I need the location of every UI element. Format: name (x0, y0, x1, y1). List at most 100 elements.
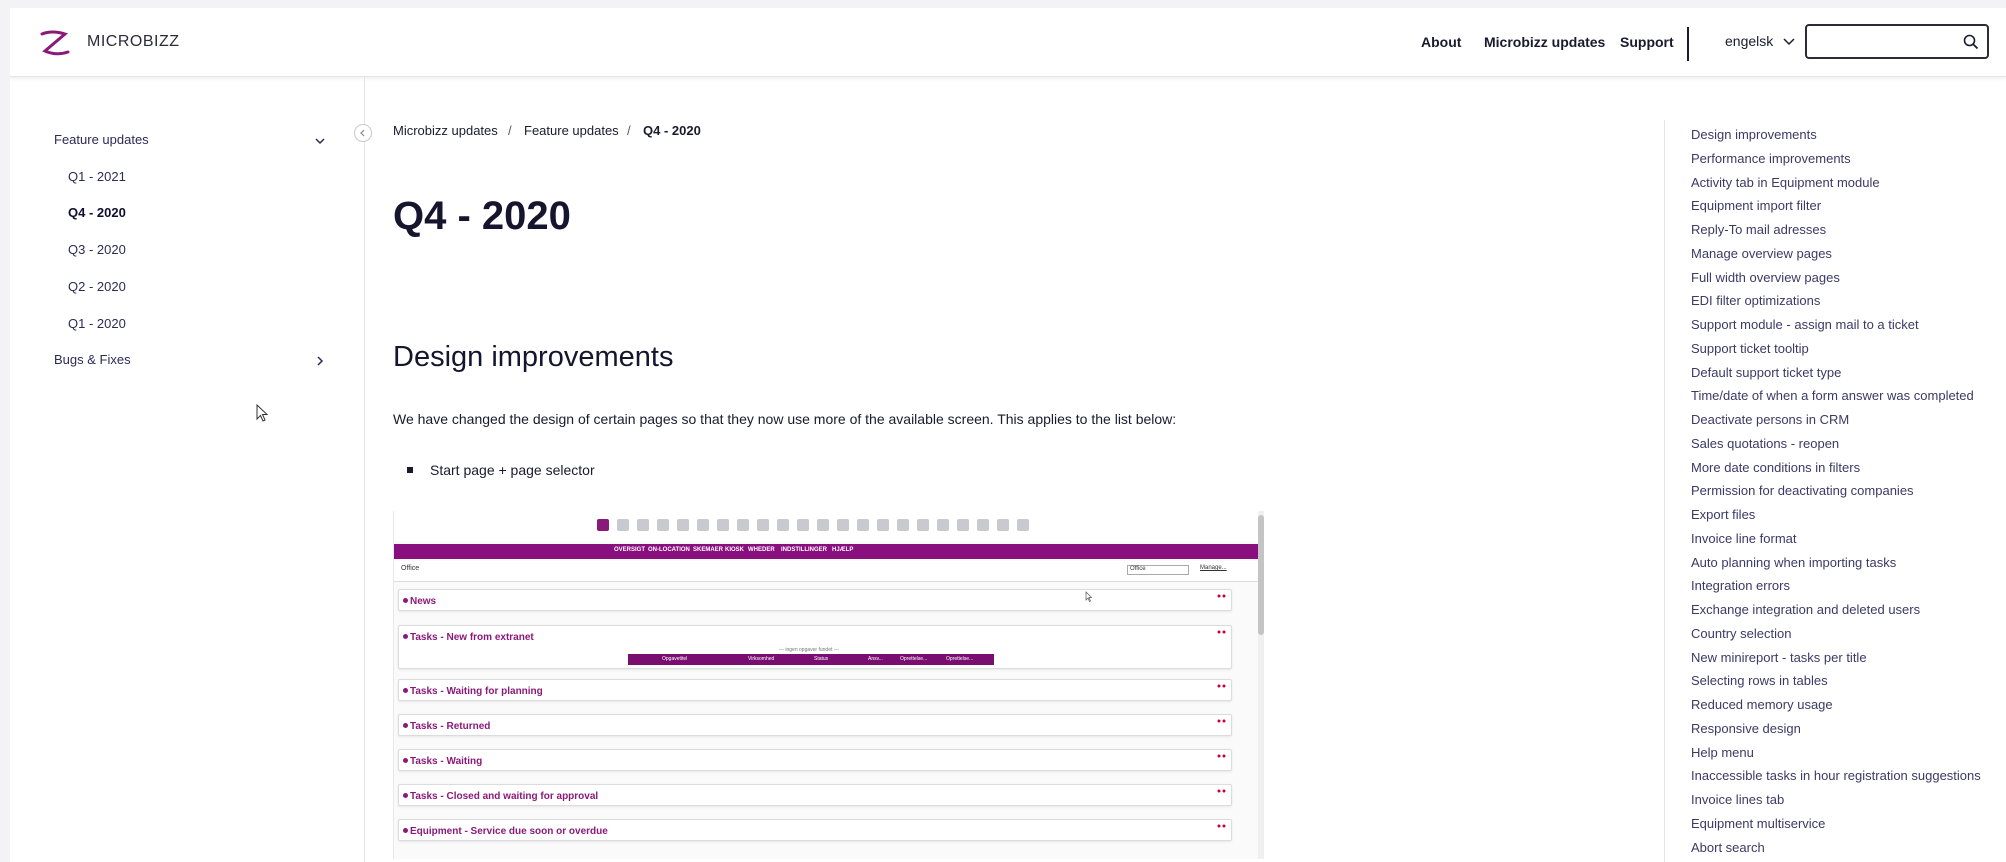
table-caption: --- ingen opgaver fundet --- (779, 647, 839, 653)
toc-item[interactable]: Equipment multiservice (1691, 816, 1825, 831)
panel-title: Tasks - New from extranet (410, 632, 534, 643)
toc-item[interactable]: Reduced memory usage (1691, 697, 1833, 712)
collapse-sidebar-button[interactable] (354, 124, 372, 142)
toc-item[interactable]: Design improvements (1691, 127, 1817, 142)
breadcrumb-separator: / (627, 123, 631, 138)
left-sidebar: Feature updates Q1 - 2021 Q4 - 2020 Q3 -… (10, 76, 365, 862)
toolbar-icon (677, 519, 689, 531)
table-column: Opgavetitel (662, 656, 688, 662)
nav-support[interactable]: Support (1620, 34, 1674, 50)
toolbar-icon (737, 519, 749, 531)
panel-actions-icon (1217, 719, 1226, 723)
table-column: Oprettelse... (946, 656, 974, 662)
menu-item: WHEDER (748, 547, 775, 553)
screenshot-scrollbar-thumb (1258, 515, 1264, 635)
toc-item[interactable]: Permission for deactivating companies (1691, 483, 1914, 498)
sidebar-item-q4-2020[interactable]: Q4 - 2020 (68, 205, 126, 220)
menu-item: KIOSK (725, 547, 745, 553)
toolbar-icon (937, 519, 949, 531)
sidebar-item-q2-2020[interactable]: Q2 - 2020 (68, 279, 126, 294)
embedded-screenshot: OVERSIGT ON-LOCATION SKEMAER KIOSK WHEDE… (393, 511, 1264, 859)
nav-microbizz-updates[interactable]: Microbizz updates (1484, 34, 1605, 50)
toc-item[interactable]: Support module - assign mail to a ticket (1691, 317, 1919, 332)
sidebar-item-q1-2020[interactable]: Q1 - 2020 (68, 316, 126, 331)
toc-item[interactable]: Inaccessible tasks in hour registration … (1691, 768, 1981, 783)
nav-about[interactable]: About (1421, 34, 1461, 50)
toc-item[interactable]: More date conditions in filters (1691, 460, 1860, 475)
toc-item[interactable]: Full width overview pages (1691, 270, 1840, 285)
toc-item[interactable]: Performance improvements (1691, 151, 1851, 166)
office-row: Office Office Manage... (394, 561, 1258, 582)
chevron-left-icon (360, 129, 365, 137)
sidebar-item-q3-2020[interactable]: Q3 - 2020 (68, 242, 126, 257)
toc-item[interactable]: Help menu (1691, 745, 1754, 760)
toc-item[interactable]: Manage overview pages (1691, 246, 1832, 261)
panel-actions-icon (1217, 754, 1226, 758)
panel-equipment-service-due: Equipment - Service due soon or overdue (398, 819, 1232, 841)
manage-link: Manage... (1200, 565, 1227, 571)
panel-actions-icon (1217, 684, 1226, 688)
toc-item[interactable]: Time/date of when a form answer was comp… (1691, 388, 1974, 403)
microbizz-logo-icon[interactable] (38, 28, 72, 58)
toc-item[interactable]: Selecting rows in tables (1691, 673, 1828, 688)
toolbar-icon (657, 519, 669, 531)
toc-item[interactable]: Responsive design (1691, 721, 1801, 736)
toc-item[interactable]: Export files (1691, 507, 1755, 522)
toc-item[interactable]: Reply-To mail adresses (1691, 222, 1826, 237)
sidebar-section-bugs-fixes[interactable]: Bugs & Fixes (54, 352, 131, 367)
toolbar-icon (1017, 519, 1029, 531)
panel-tasks-returned: Tasks - Returned (398, 714, 1232, 736)
toolbar-icon (717, 519, 729, 531)
sidebar-item-q1-2021[interactable]: Q1 - 2021 (68, 169, 126, 184)
panel-actions-icon (1217, 594, 1226, 598)
page-title: Q4 - 2020 (393, 194, 571, 238)
toc-item[interactable]: Invoice lines tab (1691, 792, 1784, 807)
table-column: Status (814, 656, 829, 662)
toc-item[interactable]: Activity tab in Equipment module (1691, 175, 1880, 190)
toolbar-icon (637, 519, 649, 531)
toc-item[interactable]: Deactivate persons in CRM (1691, 412, 1849, 427)
bullet-marker (407, 467, 413, 473)
toolbar-icon (617, 519, 629, 531)
logo-text[interactable]: MICROBIZZ (87, 33, 180, 51)
toc-item[interactable]: Abort search (1691, 840, 1765, 855)
table-of-contents: Design improvements Performance improvem… (1664, 120, 2006, 862)
sidebar-section-feature-updates[interactable]: Feature updates (54, 132, 149, 147)
toc-item[interactable]: Exchange integration and deleted users (1691, 602, 1920, 617)
panel-actions-icon (1217, 789, 1226, 793)
breadcrumb-feature-updates[interactable]: Feature updates (524, 123, 619, 138)
search-input[interactable] (1813, 28, 1957, 58)
toc-item[interactable]: Country selection (1691, 626, 1791, 641)
toolbar-icon (957, 519, 969, 531)
toolbar-icon (977, 519, 989, 531)
toc-item[interactable]: Support ticket tooltip (1691, 341, 1809, 356)
page: MICROBIZZ About Microbizz updates Suppor… (10, 8, 2006, 862)
toc-item[interactable]: Auto planning when importing tasks (1691, 555, 1896, 570)
toolbar-icon (757, 519, 769, 531)
toc-item[interactable]: Default support ticket type (1691, 365, 1841, 380)
menu-item: INDSTILLINGER (781, 547, 827, 553)
panel-tasks-waiting-for-planning: Tasks - Waiting for planning (398, 679, 1232, 701)
toolbar-icon (817, 519, 829, 531)
toc-item[interactable]: New minireport - tasks per title (1691, 650, 1867, 665)
toc-item[interactable]: Invoice line format (1691, 531, 1797, 546)
office-select: Office (1127, 565, 1189, 575)
toolbar-icon (997, 519, 1009, 531)
panel-title: Tasks - Returned (410, 721, 491, 732)
toc-item[interactable]: Integration errors (1691, 578, 1790, 593)
search-field[interactable] (1805, 24, 1989, 59)
language-selector[interactable]: engelsk (1725, 33, 1773, 49)
section-title: Design improvements (393, 341, 674, 373)
breadcrumb-microbizz-updates[interactable]: Microbizz updates (393, 123, 498, 138)
toolbar-icon (697, 519, 709, 531)
bullet-dot-icon (403, 758, 408, 763)
toc-item[interactable]: Sales quotations - reopen (1691, 436, 1839, 451)
toc-item[interactable]: Equipment import filter (1691, 198, 1821, 213)
chevron-down-icon[interactable] (1783, 38, 1795, 46)
search-icon[interactable] (1963, 34, 1979, 50)
chevron-right-icon[interactable] (314, 355, 326, 367)
toolbar-icon (797, 519, 809, 531)
toc-item[interactable]: EDI filter optimizations (1691, 293, 1820, 308)
chevron-down-icon[interactable] (314, 135, 326, 147)
panel-title: Equipment - Service due soon or overdue (410, 826, 608, 837)
